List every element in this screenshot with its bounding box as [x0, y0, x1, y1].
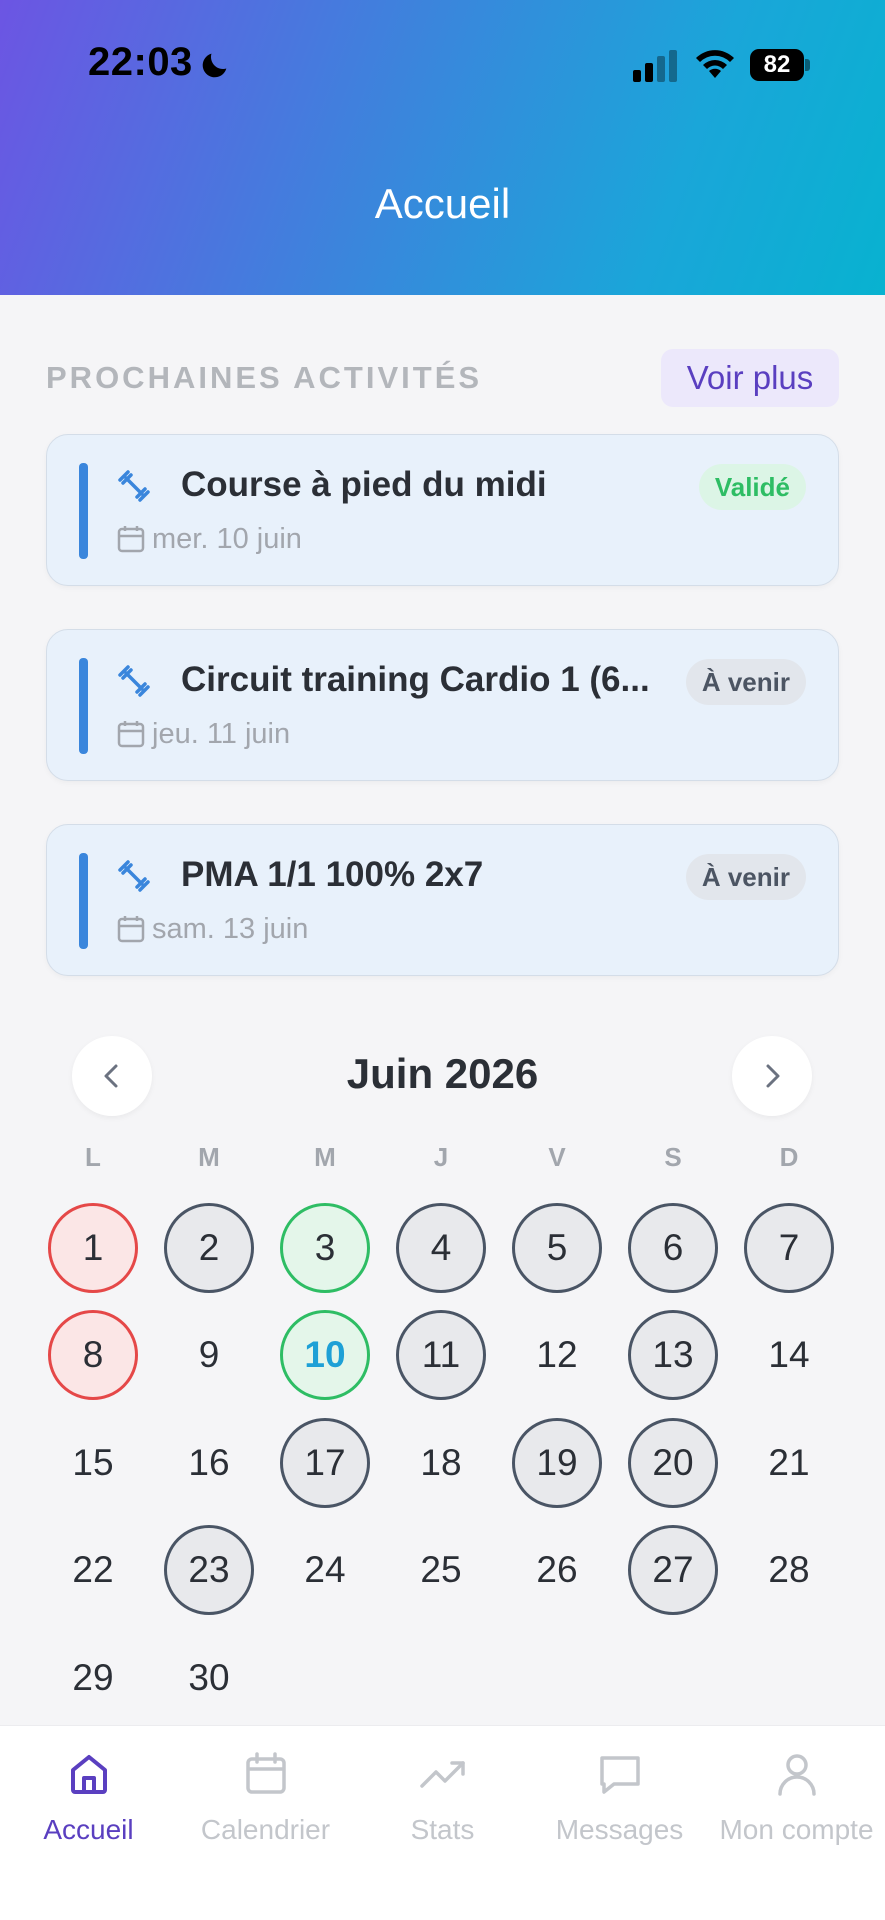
activity-accent-bar [79, 658, 88, 754]
calendar-day[interactable]: 6 [628, 1203, 718, 1293]
calendar-day[interactable]: 3 [280, 1203, 370, 1293]
weekday-label: V [548, 1142, 566, 1172]
status-bar: 22:03 82 [0, 0, 885, 130]
calendar-day[interactable]: 12 [512, 1310, 602, 1400]
section-title-upcoming: PROCHAINES ACTIVITÉS [46, 360, 483, 395]
tab-stats[interactable]: Stats [354, 1726, 531, 1866]
activity-title: Course à pied du midi [181, 465, 547, 504]
status-badge: À venir [685, 854, 806, 900]
battery-level: 82 [750, 49, 804, 81]
calendar-day[interactable]: 28 [744, 1525, 834, 1615]
calendar-day[interactable]: 23 [164, 1525, 254, 1615]
calendar-small-icon [117, 526, 145, 553]
next-month-button[interactable] [732, 1036, 812, 1116]
calendar-day[interactable]: 4 [396, 1203, 486, 1293]
calendar-day[interactable]: 9 [164, 1310, 254, 1400]
activity-card[interactable]: Course à pied du midi mer. 10 juin Valid… [46, 434, 839, 586]
tab-messages[interactable]: Messages [531, 1726, 708, 1866]
tab-home[interactable]: Accueil [0, 1726, 177, 1866]
calendar-day[interactable]: 22 [48, 1525, 138, 1615]
calendar-day[interactable]: 13 [628, 1310, 718, 1400]
calendar-day[interactable]: 5 [512, 1203, 602, 1293]
home-icon [71, 1755, 107, 1794]
weekday-label: S [664, 1142, 682, 1172]
calendar-day[interactable]: 14 [744, 1310, 834, 1400]
calendar-day[interactable]: 29 [48, 1633, 138, 1723]
weekday-label: M [314, 1142, 336, 1172]
tab-calendar[interactable]: Calendrier [177, 1726, 354, 1866]
activity-accent-bar [79, 853, 88, 949]
calendar-day[interactable]: 26 [512, 1525, 602, 1615]
user-icon [778, 1754, 816, 1796]
status-badge: À venir [685, 659, 806, 705]
calendar-day[interactable]: 17 [280, 1418, 370, 1508]
calendar-day[interactable]: 16 [164, 1418, 254, 1508]
see-more-button[interactable]: Voir plus [661, 349, 839, 407]
tab-bar: Accueil Calendrier Stats Messages Mon co… [0, 1725, 885, 1920]
battery-indicator: 82 [750, 49, 810, 81]
activity-card[interactable]: PMA 1/1 100% 2x7 sam. 13 juin À venir [46, 824, 839, 976]
chat-icon [600, 1756, 640, 1794]
calendar-day[interactable]: 19 [512, 1418, 602, 1508]
moon-icon [202, 53, 227, 78]
calendar-day[interactable]: 20 [628, 1418, 718, 1508]
calendar-icon [246, 1752, 286, 1794]
activity-date: sam. 13 juin [152, 913, 309, 945]
weekday-label: J [433, 1142, 449, 1172]
tab-label: Mon compte [719, 1814, 874, 1845]
calendar-day[interactable]: 18 [396, 1418, 486, 1508]
status-badge: Validé [698, 464, 806, 510]
page-title: Accueil [374, 180, 511, 227]
activity-accent-bar [79, 463, 88, 559]
tab-label: Stats [410, 1814, 475, 1845]
dumbbell-icon [118, 860, 150, 892]
calendar-day[interactable]: 15 [48, 1418, 138, 1508]
dumbbell-icon [118, 665, 150, 697]
activity-title: PMA 1/1 100% 2x7 [181, 855, 484, 894]
calendar-small-icon [117, 721, 145, 748]
cellular-signal-icon [633, 50, 677, 82]
status-time: 22:03 [88, 40, 193, 84]
calendar-day[interactable]: 30 [164, 1633, 254, 1723]
tab-label: Messages [555, 1814, 684, 1845]
calendar-small-icon [117, 916, 145, 943]
weekday-label: M [198, 1142, 220, 1172]
dumbbell-icon [118, 470, 150, 502]
weekday-label: D [779, 1142, 799, 1172]
calendar-day[interactable]: 2 [164, 1203, 254, 1293]
calendar-day[interactable]: 10 [280, 1310, 370, 1400]
calendar-day[interactable]: 27 [628, 1525, 718, 1615]
battery-cap [805, 59, 810, 71]
activity-title: Circuit training Cardio 1 (6... [181, 660, 650, 699]
activity-card[interactable]: Circuit training Cardio 1 (6... jeu. 11 … [46, 629, 839, 781]
trend-icon [420, 1761, 465, 1788]
activity-date: mer. 10 juin [152, 523, 302, 555]
activity-date: jeu. 11 juin [152, 718, 291, 750]
calendar-day[interactable]: 1 [48, 1203, 138, 1293]
calendar-day[interactable]: 7 [744, 1203, 834, 1293]
app-header: 22:03 82 Accueil [0, 0, 885, 295]
chevron-right-icon [766, 1064, 780, 1088]
weekday-label: L [85, 1142, 101, 1172]
calendar-day[interactable]: 11 [396, 1310, 486, 1400]
wifi-icon [696, 50, 734, 78]
tab-label: Accueil [43, 1814, 134, 1845]
calendar-day[interactable]: 21 [744, 1418, 834, 1508]
tab-account[interactable]: Mon compte [708, 1726, 885, 1866]
calendar-day[interactable]: 8 [48, 1310, 138, 1400]
calendar-day[interactable]: 25 [396, 1525, 486, 1615]
calendar-day[interactable]: 24 [280, 1525, 370, 1615]
tab-label: Calendrier [200, 1814, 331, 1845]
